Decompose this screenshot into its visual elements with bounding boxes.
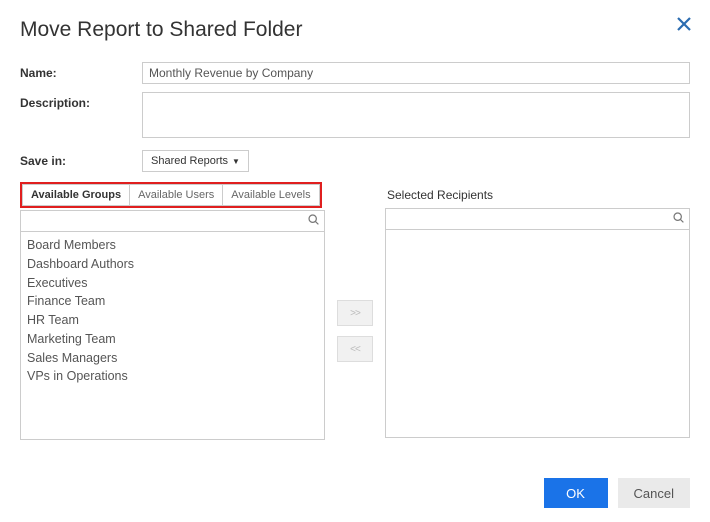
save-in-value: Shared Reports (151, 155, 228, 167)
list-item[interactable]: HR Team (27, 311, 318, 330)
list-item[interactable]: Dashboard Authors (27, 255, 318, 274)
search-icon (672, 211, 685, 227)
tab-available-users[interactable]: Available Users (130, 184, 223, 206)
list-item[interactable]: Marketing Team (27, 330, 318, 349)
tab-available-groups[interactable]: Available Groups (22, 184, 130, 206)
chevron-down-icon: ▼ (232, 157, 240, 166)
dialog-title: Move Report to Shared Folder (20, 18, 690, 42)
selected-search[interactable] (385, 208, 690, 230)
remove-button[interactable]: << (337, 336, 373, 362)
add-button[interactable]: >> (337, 300, 373, 326)
close-icon[interactable] (676, 16, 694, 34)
selected-recipients-label: Selected Recipients (385, 182, 690, 206)
list-item[interactable]: Finance Team (27, 292, 318, 311)
list-item[interactable]: Sales Managers (27, 349, 318, 368)
tab-available-levels[interactable]: Available Levels (223, 184, 319, 206)
name-input[interactable] (142, 62, 690, 84)
description-input[interactable] (142, 92, 690, 138)
available-search[interactable] (20, 210, 325, 232)
selected-list[interactable] (385, 230, 690, 438)
list-item[interactable]: Board Members (27, 236, 318, 255)
description-label: Description: (20, 92, 142, 110)
save-in-label: Save in: (20, 150, 142, 168)
available-list[interactable]: Board MembersDashboard AuthorsExecutives… (20, 232, 325, 440)
save-in-dropdown[interactable]: Shared Reports ▼ (142, 150, 249, 172)
tabs-highlight: Available Groups Available Users Availab… (20, 182, 322, 208)
cancel-button[interactable]: Cancel (618, 478, 690, 508)
name-label: Name: (20, 62, 142, 80)
search-icon (307, 213, 320, 229)
list-item[interactable]: VPs in Operations (27, 367, 318, 386)
list-item[interactable]: Executives (27, 274, 318, 293)
ok-button[interactable]: OK (544, 478, 608, 508)
